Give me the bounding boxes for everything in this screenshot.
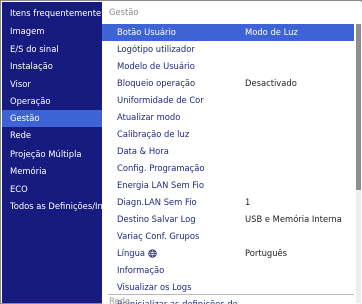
settings-window: Itens frequentemente ... Imagem E/S do s… bbox=[0, 0, 362, 304]
sidebar-item-image[interactable]: Imagem bbox=[2, 23, 102, 40]
menu-item-value: Português bbox=[245, 248, 288, 258]
sidebar-item-signal-io[interactable]: E/S do sinal bbox=[2, 41, 102, 58]
menu-item-operation-lock[interactable]: Bloqueio operação Desactivado bbox=[102, 75, 354, 92]
menu-item-label: Bloqueio operação bbox=[117, 78, 196, 88]
menu-item-value: 1 bbox=[245, 197, 251, 207]
menu-item-wireless-lan-power[interactable]: Energia LAN Sem Fio bbox=[102, 177, 354, 194]
menu-item-label: Atualizar modo bbox=[117, 112, 181, 122]
menu-item-label: Diagn.LAN Sem Fio bbox=[117, 197, 197, 207]
menu-item-label: Logótipo utilizador bbox=[117, 44, 195, 54]
menu-item-date-time[interactable]: Data & Hora bbox=[102, 143, 354, 160]
menu-item-wireless-lan-diagnostics[interactable]: Diagn.LAN Sem Fio 1 bbox=[102, 194, 354, 211]
menu-item-update-mode[interactable]: Atualizar modo bbox=[102, 109, 354, 126]
menu-item-value: USB e Memória Interna bbox=[245, 214, 342, 224]
menu-item-label: Energia LAN Sem Fio bbox=[117, 180, 204, 190]
scrollbar[interactable] bbox=[356, 24, 361, 303]
section-title: Gestão bbox=[109, 7, 139, 17]
menu-item-light-calibration[interactable]: Calibração de luz bbox=[102, 126, 354, 143]
scrollbar-thumb[interactable] bbox=[356, 24, 361, 190]
settings-panel: Gestão Botão Usuário Modo de Luz Logótip… bbox=[102, 2, 362, 304]
menu-item-language[interactable]: Língua Português bbox=[102, 245, 354, 262]
sidebar-item-operation[interactable]: Operação bbox=[2, 93, 102, 110]
menu-item-user-logo[interactable]: Logótipo utilizador bbox=[102, 41, 354, 58]
category-sidebar: Itens frequentemente ... Imagem E/S do s… bbox=[2, 2, 102, 303]
menu-item-color-uniformity[interactable]: Uniformidade de Cor bbox=[102, 92, 354, 109]
menu-item-label: Reinicializar as definições de ... bbox=[117, 299, 249, 304]
menu-item-reset-settings[interactable]: Reinicializar as definições de ... bbox=[102, 296, 354, 304]
menu-item-value: Modo de Luz bbox=[245, 27, 298, 37]
next-section-title: Rede bbox=[109, 296, 131, 304]
menu-item-label: Modelo de Usuário bbox=[117, 61, 195, 71]
menu-item-value: Desactivado bbox=[245, 78, 297, 88]
globe-icon bbox=[148, 249, 157, 258]
menu-item-information[interactable]: Informação bbox=[102, 262, 354, 279]
sidebar-item-display[interactable]: Visor bbox=[2, 76, 102, 93]
menu-item-label: Variaç Conf. Grupos bbox=[117, 231, 200, 241]
menu-item-label: Destino Salvar Log bbox=[117, 214, 196, 224]
menu-item-group-settings[interactable]: Variaç Conf. Grupos bbox=[102, 228, 354, 245]
sidebar-item-network[interactable]: Rede bbox=[2, 127, 102, 144]
menu-item-label: Calibração de luz bbox=[117, 129, 190, 139]
menu-item-label: Uniformidade de Cor bbox=[117, 95, 204, 105]
sidebar-item-all-settings[interactable]: Todos as Definições/Ini... bbox=[2, 198, 102, 215]
sidebar-item-installation[interactable]: Instalação bbox=[2, 58, 102, 75]
menu-item-label-group: Língua bbox=[117, 245, 157, 262]
menu-item-user-pattern[interactable]: Modelo de Usuário bbox=[102, 58, 354, 75]
sidebar-item-eco[interactable]: ECO bbox=[2, 181, 102, 198]
menu-item-schedule-settings[interactable]: Config. Programação bbox=[102, 160, 354, 177]
menu-item-label: Data & Hora bbox=[117, 146, 169, 156]
menu-item-label: Config. Programação bbox=[117, 163, 205, 173]
sidebar-item-multi-projection[interactable]: Projeção Múltipla bbox=[2, 146, 102, 163]
sidebar-item-management[interactable]: Gestão bbox=[2, 110, 102, 127]
sidebar-item-memory[interactable]: Memória bbox=[2, 163, 102, 180]
section-divider bbox=[108, 294, 354, 295]
menu-item-log-save-destination[interactable]: Destino Salvar Log USB e Memória Interna bbox=[102, 211, 354, 228]
menu-item-user-button[interactable]: Botão Usuário Modo de Luz bbox=[102, 24, 354, 41]
menu-item-label: Informação bbox=[117, 265, 165, 275]
sidebar-item-frequent[interactable]: Itens frequentemente ... bbox=[2, 5, 102, 22]
menu-item-label: Botão Usuário bbox=[117, 27, 176, 37]
menu-item-label: Língua bbox=[117, 248, 146, 258]
